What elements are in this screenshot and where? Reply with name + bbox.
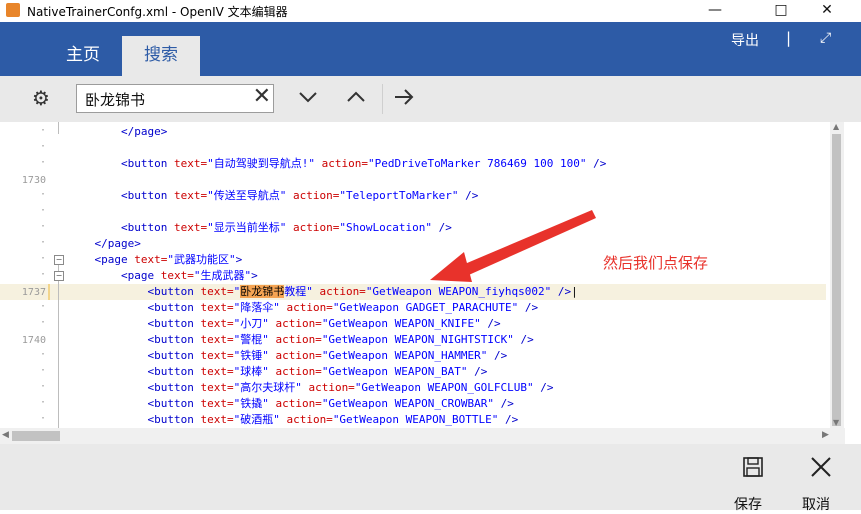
clear-icon[interactable]: ✕ <box>253 84 271 109</box>
close-button[interactable]: ✕ <box>804 0 850 22</box>
code-line: <button text="自动驾驶到导航点!" action="PedDriv… <box>120 157 607 170</box>
save-icon <box>742 457 763 477</box>
gear-icon[interactable]: ⚙ <box>32 86 50 110</box>
scroll-up-icon[interactable]: ▲ <box>833 122 839 131</box>
expand-icon[interactable]: ⤢ <box>820 30 831 46</box>
code-line: <button text="显示当前坐标" action="ShowLocati… <box>120 221 452 234</box>
scroll-left-icon[interactable]: ◀ <box>2 430 9 440</box>
annotation-arrow <box>430 210 596 282</box>
export-button[interactable]: 导出 <box>731 30 759 50</box>
line-number-gutter: · · · 1730 · · · · · · 1737 · · 1740 · ·… <box>0 122 50 428</box>
bottom-action-bar: 保存 取消 <box>0 444 861 513</box>
code-line: <button text="铁锤" action="GetWeapon WEAP… <box>68 349 508 362</box>
search-match-highlight: 卧龙锦书 <box>240 285 285 298</box>
maximize-button[interactable]: □ <box>758 0 804 22</box>
ribbon-divider: | <box>786 29 792 47</box>
save-button[interactable]: 保存 <box>728 456 768 513</box>
vertical-scrollbar[interactable]: ▲ ▼ <box>830 122 844 428</box>
cancel-button[interactable]: 取消 <box>796 456 836 513</box>
minimize-button[interactable]: — <box>692 0 738 22</box>
code-line: <page text="生成武器"> <box>120 269 258 282</box>
cancel-x-icon <box>810 457 831 477</box>
ribbon: 主页 搜索 导出 | ⤢ <box>0 22 861 76</box>
fold-toggle[interactable]: − <box>54 255 64 265</box>
annotation-text: 然后我们点保存 <box>603 254 709 272</box>
title-bar: NativeTrainerConfg.xml - OpenIV 文本编辑器 — … <box>0 0 861 22</box>
code-line: <page text="武器功能区"> <box>94 253 243 266</box>
code-line: <button text="降落伞" action="GetWeapon GAD… <box>68 301 539 314</box>
code-line-current: <button text="卧龙锦书教程" action="GetWeapon … <box>68 285 578 298</box>
cancel-label: 取消 <box>802 497 830 513</box>
code-editor[interactable]: · · · 1730 · · · · · · 1737 · · 1740 · ·… <box>0 122 861 428</box>
search-input[interactable]: 卧龙锦书 ✕ <box>76 84 274 113</box>
line-number: 1737 <box>21 287 46 298</box>
code-line: <button text="破酒瓶" action="GetWeapon WEA… <box>68 413 519 426</box>
code-line: </page> <box>120 125 168 138</box>
search-input-value: 卧龙锦书 <box>85 91 146 109</box>
vertical-scroll-thumb[interactable] <box>832 134 841 426</box>
code-line: <button text="球棒" action="GetWeapon WEAP… <box>68 365 488 378</box>
code-line: <button text="传送至导航点" action="TeleportTo… <box>120 189 479 202</box>
tab-search[interactable]: 搜索 <box>122 36 200 76</box>
toolbar-divider <box>382 84 383 114</box>
scroll-right-icon[interactable]: ▶ <box>822 430 829 440</box>
code-line: <button text="铁撬" action="GetWeapon WEAP… <box>68 397 514 410</box>
line-number: 1740 <box>21 335 46 346</box>
scroll-down-icon[interactable]: ▼ <box>833 418 839 427</box>
code-line: <button text="警棍" action="GetWeapon WEAP… <box>68 333 534 346</box>
code-line: <button text="小刀" action="GetWeapon WEAP… <box>68 317 501 330</box>
search-toolbar: ⚙ 卧龙锦书 ✕ <box>0 76 861 123</box>
openiv-app-icon <box>6 3 20 17</box>
maximize-icon: □ <box>774 2 788 18</box>
chevron-up-icon[interactable] <box>345 86 367 113</box>
minimize-icon: — <box>708 2 722 18</box>
tab-home[interactable]: 主页 <box>46 36 120 76</box>
chevron-down-icon[interactable] <box>297 86 319 113</box>
window-title: NativeTrainerConfg.xml - OpenIV 文本编辑器 <box>27 5 288 19</box>
code-line: <button text="高尔夫球杆" action="GetWeapon W… <box>68 381 554 394</box>
horizontal-scroll-thumb[interactable] <box>12 431 60 441</box>
arrow-right-icon[interactable] <box>393 86 415 113</box>
line-number: 1730 <box>21 175 46 186</box>
save-label: 保存 <box>734 497 762 513</box>
close-icon: ✕ <box>821 2 833 18</box>
code-line: </page> <box>94 237 141 250</box>
fold-toggle[interactable]: − <box>54 271 64 281</box>
horizontal-scrollbar[interactable]: ◀ ▶ <box>0 428 845 444</box>
